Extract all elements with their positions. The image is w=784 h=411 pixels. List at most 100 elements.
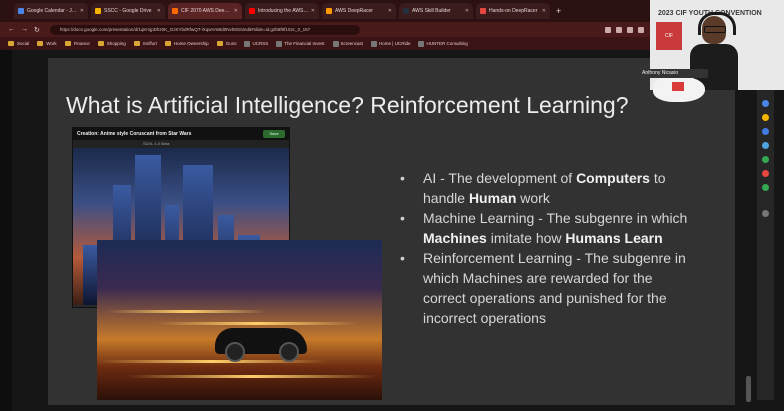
bookmark-label: Screencast: [340, 41, 364, 46]
bookmark-item[interactable]: Social: [8, 41, 29, 46]
car-image: [97, 240, 382, 400]
bookmark-label: Social: [17, 41, 30, 46]
bookmark-item[interactable]: Finance: [64, 41, 90, 46]
bookmark-label: Home Ownership: [173, 41, 209, 46]
folder-icon: [97, 41, 104, 46]
tab-favicon-icon: [480, 8, 486, 14]
keep-icon[interactable]: [762, 114, 769, 121]
light-streak: [157, 322, 357, 325]
tab-favicon-icon: [249, 8, 255, 14]
browser-tab[interactable]: AWS Skill Builder ✕: [399, 3, 473, 19]
bookmark-label: Home | UCRide: [379, 41, 411, 46]
tab-label: CIF 2070 AWS DeepRacer Works: [181, 8, 232, 14]
close-icon[interactable]: ✕: [311, 8, 315, 14]
bookmark-label: Sniffurt: [142, 41, 157, 46]
tab-label: Introducing the AWS DeepRacer: [258, 8, 309, 14]
bookmark-icon: [276, 40, 283, 47]
bullet-list: AI - The development of Computers to han…: [400, 168, 690, 328]
tab-favicon-icon: [403, 8, 409, 14]
left-strip: [0, 50, 12, 411]
presenter-name-tag: Anthony Nicasio: [638, 69, 708, 78]
bookmark-item[interactable]: Screencast: [332, 40, 364, 47]
browser-tab[interactable]: SSCC - Google Drive ✕: [91, 3, 165, 19]
tab-favicon-icon: [326, 8, 332, 14]
folder-icon: [8, 41, 14, 46]
slide-title: What is Artificial Intelligence? Reinfor…: [66, 92, 629, 118]
bookmark-label: Shopping: [106, 41, 126, 46]
reload-icon[interactable]: ↻: [34, 26, 40, 34]
tab-label: Hands-on DeepRacer: [489, 8, 538, 14]
wheel: [225, 342, 245, 362]
folder-icon: [64, 41, 71, 46]
bookmark-item[interactable]: Sniffurt: [133, 41, 157, 46]
addon-icon[interactable]: [762, 170, 769, 177]
map-highlight: [672, 82, 684, 91]
bookmark-item[interactable]: The Financial Invest: [276, 40, 325, 47]
close-icon[interactable]: ✕: [388, 8, 392, 14]
maps-icon[interactable]: [762, 156, 769, 163]
bookmark-item[interactable]: Work: [37, 41, 57, 46]
bookmark-item[interactable]: HUNTER Consulting: [418, 40, 468, 47]
back-icon[interactable]: ←: [8, 26, 15, 33]
browser-tab[interactable]: AWS DeepRacer ✕: [322, 3, 396, 19]
browser-tab[interactable]: Google Calendar - July 2023✕: [14, 3, 88, 19]
folder-icon: [37, 41, 44, 46]
tab-label: SSCC - Google Drive: [104, 8, 152, 14]
light-streak: [127, 375, 377, 378]
bookmark-icon: [418, 40, 425, 47]
tab-label: AWS DeepRacer: [335, 8, 373, 14]
extension-icon[interactable]: [627, 26, 633, 33]
close-icon[interactable]: ✕: [157, 8, 161, 14]
bookmark-item[interactable]: Home Ownership: [164, 41, 209, 46]
forward-icon[interactable]: →: [21, 26, 28, 33]
right-sidebar: [757, 90, 774, 400]
new-tab-icon[interactable]: +: [556, 6, 561, 16]
image-save-button[interactable]: Save: [263, 130, 285, 138]
bookmark-icon: [332, 40, 339, 47]
light-streak: [107, 310, 267, 313]
browser-tab[interactable]: CIF 2070 AWS DeepRacer Works✕: [168, 3, 242, 19]
bookmark-icon: [371, 40, 378, 47]
close-icon[interactable]: ✕: [234, 8, 238, 14]
close-icon[interactable]: ✕: [465, 8, 469, 14]
close-icon[interactable]: ✕: [80, 8, 84, 14]
bookmark-label: Work: [46, 41, 57, 46]
addon-icon[interactable]: [762, 184, 769, 191]
bookmark-item[interactable]: Guns: [216, 41, 237, 46]
browser-tab[interactable]: Introducing the AWS DeepRacer✕: [245, 3, 319, 19]
tasks-icon[interactable]: [762, 128, 769, 135]
image-subcaption: SDXL 1.0 Beta: [73, 140, 289, 148]
bullet-ai: AI - The development of Computers to han…: [400, 168, 690, 208]
headset-icon: [698, 12, 736, 35]
bookmark-item[interactable]: Shopping: [97, 41, 126, 46]
image-header: Creation: Anime style Coruscant from Sta…: [73, 128, 289, 140]
calendar-icon[interactable]: [762, 100, 769, 107]
bookmark-item[interactable]: UCRSS: [244, 40, 269, 47]
close-icon[interactable]: ✕: [542, 8, 546, 14]
bullet-machine-learning: Machine Learning - The subgenre in which…: [400, 208, 690, 248]
profile-icon[interactable]: [638, 26, 644, 33]
folder-icon: [164, 41, 171, 46]
tab-favicon-icon: [18, 8, 24, 14]
tab-label: Google Calendar - July 2023: [27, 8, 78, 14]
bookmark-label: Guns: [225, 41, 237, 46]
browser-tab[interactable]: Hands-on DeepRacer ✕: [476, 3, 550, 19]
bookmark-label: UCRSS: [252, 41, 269, 46]
bookmark-label: The Financial Invest: [284, 41, 325, 46]
bookmark-icon: [244, 40, 251, 47]
image-caption: Creation: Anime style Coruscant from Sta…: [77, 131, 192, 137]
url-input[interactable]: https://docs.google.com/presentation/d/1…: [49, 24, 360, 35]
wheel: [279, 342, 299, 362]
extension-icon[interactable]: [616, 26, 622, 33]
add-icon[interactable]: [762, 210, 769, 217]
scrollbar[interactable]: [746, 376, 751, 402]
bookmark-item[interactable]: Home | UCRide: [371, 40, 411, 47]
contacts-icon[interactable]: [762, 142, 769, 149]
bullet-reinforcement-learning: Reinforcement Learning - The subgenre in…: [400, 248, 690, 328]
tab-label: AWS Skill Builder: [412, 8, 451, 14]
extension-icon[interactable]: [605, 26, 611, 33]
bookmark-label: HUNTER Consulting: [426, 41, 468, 46]
bookmark-label: Finance: [73, 41, 90, 46]
cif-logo: CIF: [656, 22, 682, 50]
tab-favicon-icon: [95, 8, 101, 14]
